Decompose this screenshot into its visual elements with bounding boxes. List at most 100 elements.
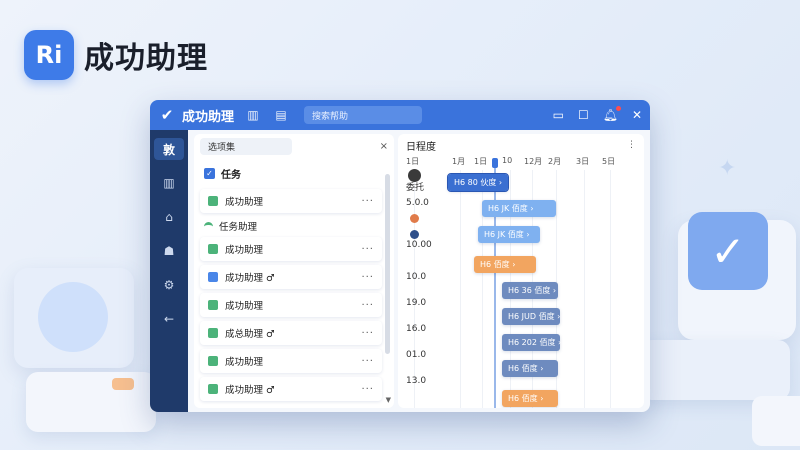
- task-item[interactable]: 成总助理 ♂ ···: [200, 321, 382, 345]
- more-options-icon[interactable]: ···: [361, 356, 374, 367]
- background-keyboard-left: [26, 372, 156, 432]
- task-item[interactable]: 成功助理 ···: [200, 349, 382, 373]
- task-icon: [208, 244, 218, 254]
- timeline-grid-line: [610, 170, 611, 408]
- task-group-label: 任务: [221, 170, 241, 181]
- status-dot-icon: [410, 214, 419, 223]
- maximize-icon[interactable]: ☐: [578, 108, 589, 122]
- row-time-label: 16.0: [406, 324, 427, 334]
- scroll-down-icon[interactable]: ▼: [386, 396, 391, 404]
- gantt-bar-label: H6 佰度 ›: [508, 364, 544, 373]
- minimize-icon[interactable]: ▭: [553, 108, 564, 122]
- background-mascot: [38, 282, 108, 352]
- timeline-tick-label: 2月: [548, 157, 562, 166]
- gantt-task-bar[interactable]: H6 JUD 佰度 ›: [502, 308, 560, 325]
- brand-logo-icon: Ri: [24, 30, 74, 80]
- gantt-bar-label: H6 JK 佰度 ›: [484, 230, 530, 239]
- gantt-title: 日程度: [406, 141, 436, 153]
- gantt-panel: 日程度 ⋮ 1日 1月 1日 10 12月 2月 3日 5日 委托 5.0.0 10.00 10.0…: [398, 134, 644, 408]
- row-time-label: 5.0.0: [406, 198, 429, 208]
- nav-rail: 敦 ▥ ⌂ ☗ ⚙ ←: [150, 130, 188, 412]
- task-label: 成功助理: [225, 197, 264, 208]
- more-options-icon[interactable]: ···: [361, 384, 374, 395]
- gantt-task-bar[interactable]: H6 202 佰度 ›: [502, 334, 561, 351]
- gantt-bar-label: H6 36 佰度 ›: [508, 286, 557, 295]
- title-bar: ✔ 成功助理 ▥ ▤ 搜索帮助 ▭ ☐ 🔔︎ ✕: [150, 100, 650, 130]
- close-icon[interactable]: ✕: [632, 108, 642, 122]
- row-time-label: 01.0: [406, 350, 427, 360]
- gantt-task-bar[interactable]: H6 36 佰度 ›: [502, 282, 558, 299]
- rail-gear-icon[interactable]: ⚙: [154, 274, 184, 296]
- timeline-grid-line: [460, 170, 461, 408]
- background-orange-key: [112, 378, 134, 390]
- sparkle-icon: ✦: [718, 156, 737, 181]
- rail-chart-icon[interactable]: ▥: [154, 172, 184, 194]
- gantt-task-bar[interactable]: H6 佰度 ›: [502, 360, 558, 377]
- group-checkbox[interactable]: ✓: [204, 168, 215, 179]
- gantt-bar-label: H6 佰度 ›: [508, 394, 544, 403]
- task-panel-header: 选项集 ×: [194, 134, 394, 158]
- task-label: 成功助理: [225, 357, 264, 368]
- assignee-avatar[interactable]: [408, 169, 421, 182]
- gantt-task-bar[interactable]: H6 佰度 ›: [502, 390, 558, 407]
- gantt-bar-label: H6 佰度 ›: [480, 260, 516, 269]
- brand-header: Ri 成功助理: [24, 30, 208, 80]
- task-icon: [208, 300, 218, 310]
- more-options-icon[interactable]: ···: [361, 196, 374, 207]
- today-marker[interactable]: [492, 158, 498, 168]
- window-controls: ▭ ☐ 🔔︎ ✕: [553, 106, 642, 122]
- timeline-grid-line: [584, 170, 585, 408]
- task-item[interactable]: 成功助理 ···: [200, 237, 382, 261]
- panel-close-icon[interactable]: ×: [380, 141, 388, 152]
- task-label: 成功助理 ♂: [225, 385, 275, 396]
- task-panel: 选项集 × ✓ 任务 成功助理 ··· 任务助理 成功助理 ··· 成功助理 ♂ ··· 成功…: [194, 134, 394, 408]
- timeline-tick-label: 5日: [602, 157, 616, 166]
- task-group-header[interactable]: ✓ 任务: [194, 158, 394, 185]
- rail-back-icon[interactable]: ←: [154, 308, 184, 330]
- task-filter-select[interactable]: 选项集: [200, 137, 292, 155]
- brand-title: 成功助理: [84, 41, 208, 76]
- task-label: 成总助理 ♂: [225, 329, 275, 340]
- timeline-tick-label: 1日: [474, 157, 488, 166]
- task-item[interactable]: 成功助理 ♂ ···: [200, 377, 382, 401]
- bell-icon[interactable]: 🔔︎: [603, 106, 621, 122]
- task-icon: [208, 272, 218, 282]
- task-item[interactable]: 成功助理 ···: [200, 293, 382, 317]
- task-item[interactable]: 成功助理 ♂ ···: [200, 265, 382, 289]
- more-options-icon[interactable]: ···: [361, 328, 374, 339]
- task-icon: [208, 328, 218, 338]
- task-label: 成功助理 ♂: [225, 273, 275, 284]
- row-time-label: 13.0: [406, 376, 427, 386]
- gantt-task-bar[interactable]: H6 佰度 ›: [474, 256, 536, 273]
- task-icon: [208, 196, 218, 206]
- rail-team-icon[interactable]: ☗: [154, 240, 184, 262]
- rail-home[interactable]: 敦: [154, 138, 184, 160]
- subgroup-icon: [204, 221, 213, 231]
- rail-building-icon[interactable]: ⌂: [154, 206, 184, 228]
- task-item[interactable]: 成功助理 ···: [200, 189, 382, 213]
- timeline-tick-label: 3日: [576, 157, 590, 166]
- task-icon: [208, 356, 218, 366]
- gantt-task-bar[interactable]: H6 80 伙度 ›: [447, 173, 509, 192]
- bar-chart-icon[interactable]: ▥: [244, 106, 262, 124]
- more-options-icon[interactable]: ···: [361, 244, 374, 255]
- timeline-tick-label: 1月: [452, 157, 466, 166]
- gantt-task-bar[interactable]: H6 JK 佰度 ›: [478, 226, 540, 243]
- gantt-task-bar[interactable]: H6 JK 佰度 ›: [482, 200, 556, 217]
- app-window: ✔ 成功助理 ▥ ▤ 搜索帮助 ▭ ☐ 🔔︎ ✕ 敦 ▥ ⌂ ☗ ⚙ ← 选项集 × ✓ …: [150, 100, 650, 412]
- search-input[interactable]: 搜索帮助: [304, 106, 423, 124]
- gantt-bar-label: H6 80 伙度 ›: [454, 178, 503, 187]
- gantt-bar-label: H6 JUD 佰度 ›: [508, 312, 561, 321]
- row-time-label: 10.0: [406, 272, 427, 282]
- timeline-tick-label: 12月: [524, 157, 543, 166]
- gantt-header: 日程度 ⋮: [398, 134, 644, 156]
- document-icon[interactable]: ▤: [272, 106, 290, 124]
- more-options-icon[interactable]: ···: [361, 272, 374, 283]
- app-title: 成功助理: [182, 109, 235, 125]
- task-scrollbar[interactable]: [385, 174, 390, 354]
- more-options-icon[interactable]: ···: [361, 300, 374, 311]
- task-subgroup-header[interactable]: 任务助理: [204, 219, 382, 233]
- gantt-menu-icon[interactable]: ⋮: [627, 140, 636, 150]
- window-body: 敦 ▥ ⌂ ☗ ⚙ ← 选项集 × ✓ 任务 成功助理 ··· 任务助理 成功助理 ··· 成功助理…: [150, 130, 650, 412]
- gantt-timeline-axis: 1日 1月 1日 10 12月 2月 3日 5日: [398, 156, 644, 170]
